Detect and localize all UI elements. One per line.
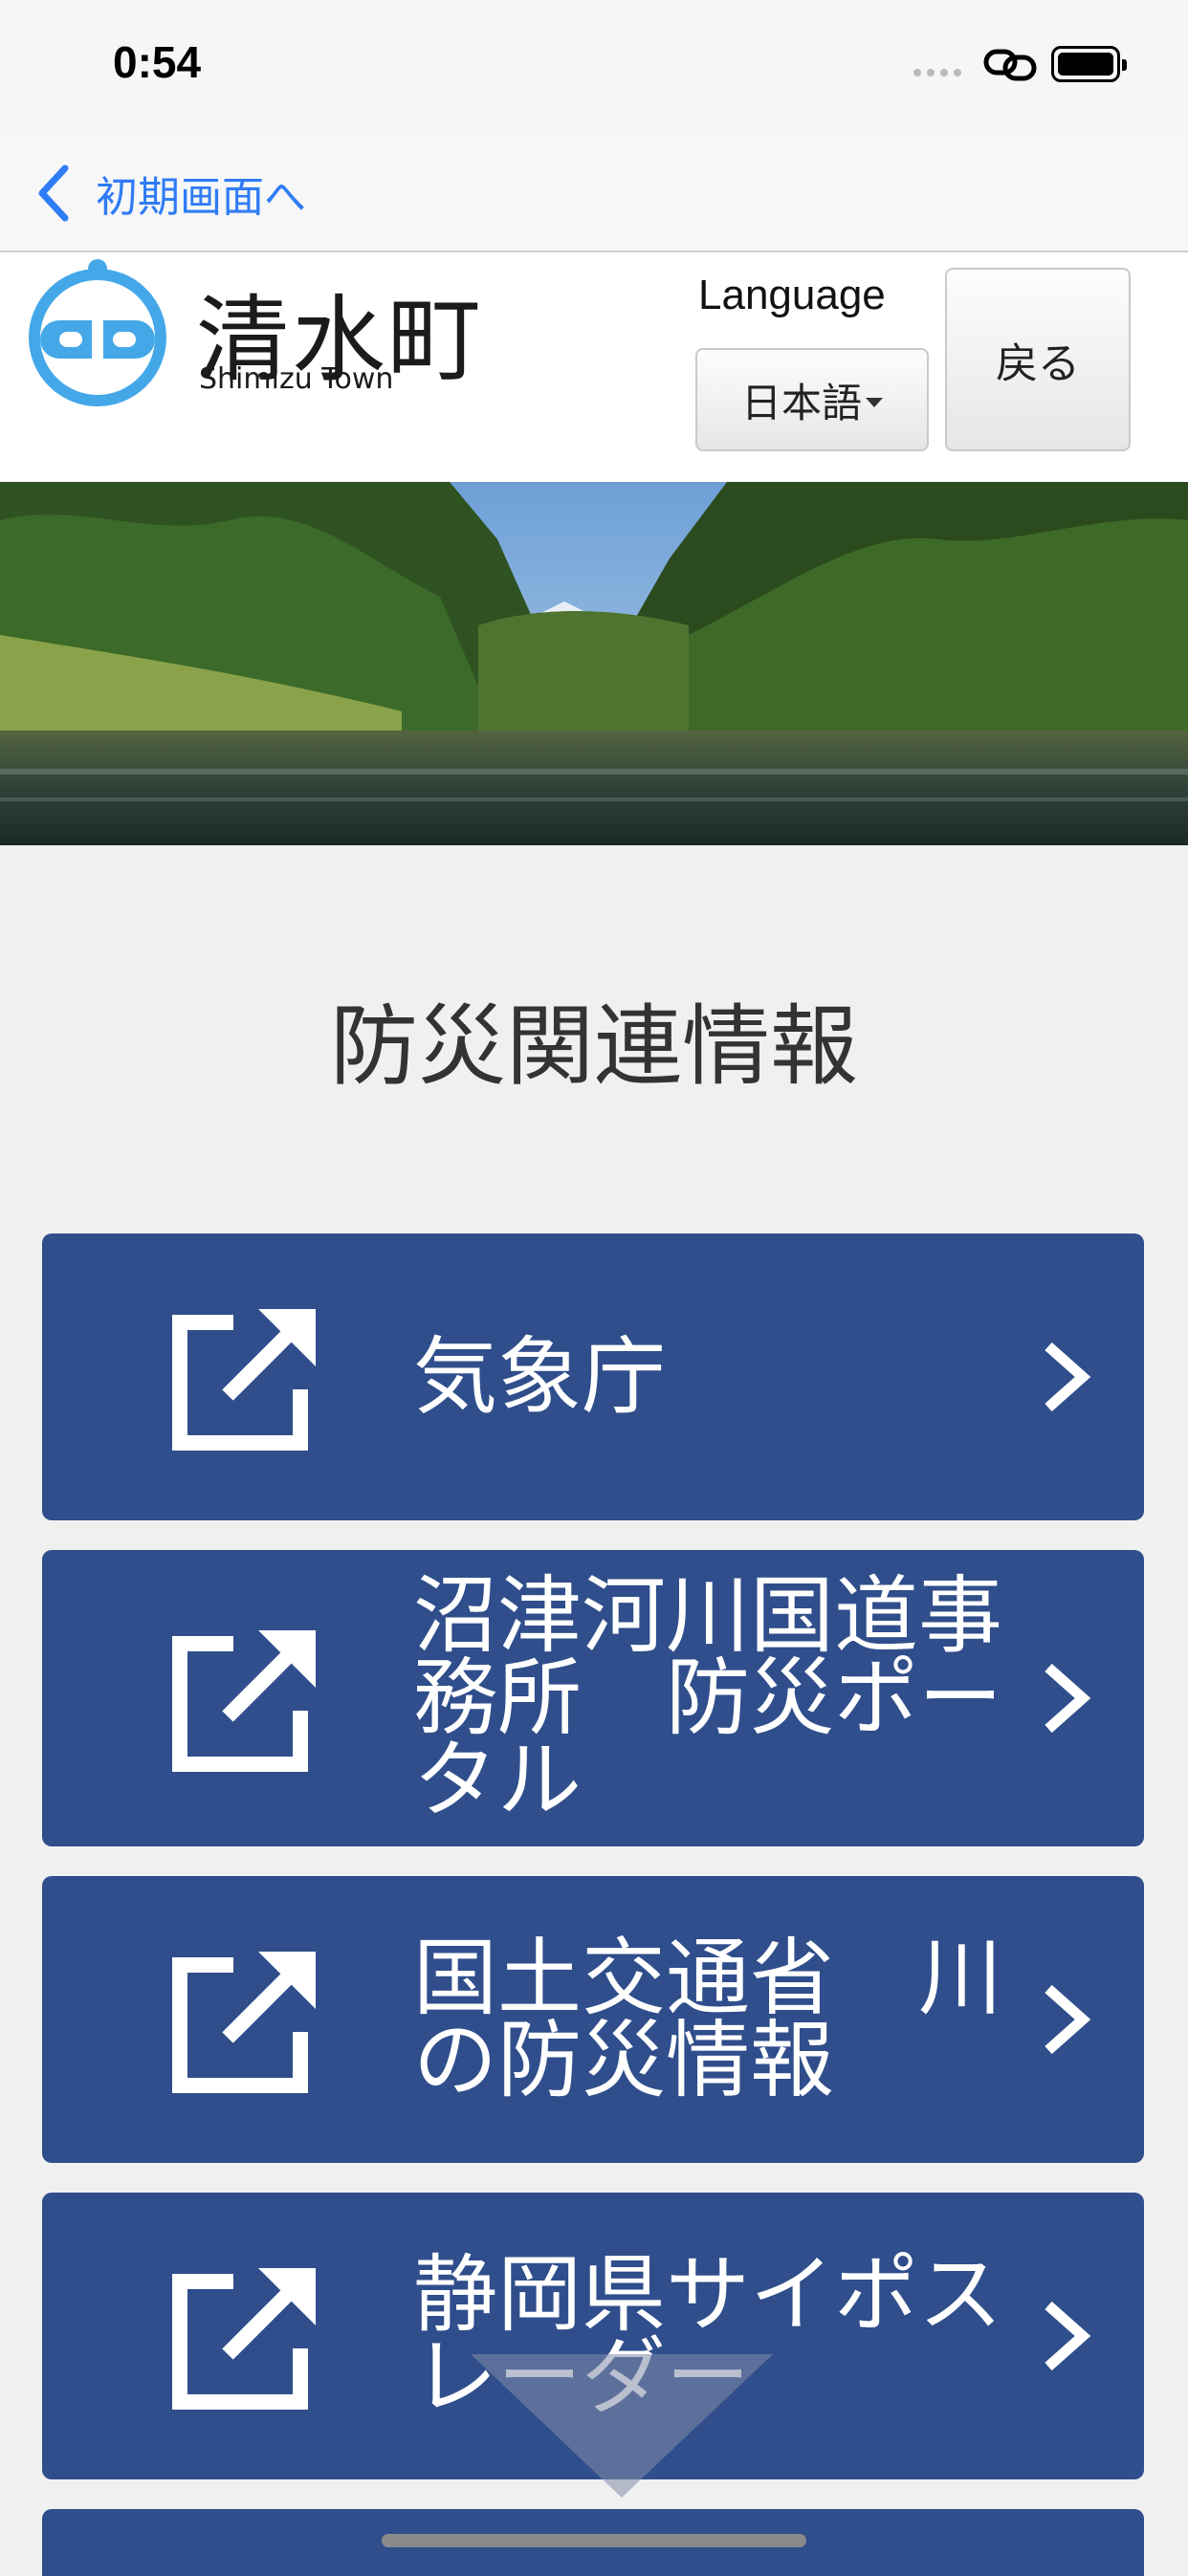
chevron-right-icon	[1045, 2301, 1091, 2371]
town-name-english: Shimizu Town	[199, 362, 394, 396]
status-bar: 0:54	[0, 0, 1188, 134]
scroll-down-indicator-icon[interactable]	[471, 2354, 773, 2498]
link-card-mlit-river-info[interactable]: 国土交通省 川の防災情報	[42, 1876, 1144, 2163]
caret-down-icon	[866, 398, 883, 407]
home-indicator[interactable]	[382, 2534, 806, 2547]
language-label: Language	[698, 272, 886, 318]
chevron-right-icon	[1045, 1663, 1091, 1734]
battery-icon	[1051, 46, 1127, 82]
link-card-jma[interactable]: 気象庁	[42, 1233, 1144, 1520]
site-header: 清水町 Shimizu Town Language 日本語 戻る	[0, 252, 1188, 482]
chevron-left-icon	[38, 164, 69, 222]
link-label: 気象庁	[413, 1327, 667, 1426]
navigation-bar: 初期画面へ	[0, 134, 1188, 252]
back-link-label: 初期画面へ	[96, 173, 306, 222]
link-label: 国土交通省 川の防災情報	[413, 1929, 1003, 2109]
signal-icon	[913, 69, 961, 76]
page-title: 防災関連情報	[329, 995, 858, 1098]
back-to-start-link[interactable]: 初期画面へ	[34, 163, 306, 224]
hero-river-image	[0, 482, 1188, 845]
link-label: 沼津河川国道事務所 防災ポータル	[413, 1566, 1003, 1829]
external-link-icon	[172, 1630, 316, 1772]
link-card-numazu-river-office[interactable]: 沼津河川国道事務所 防災ポータル	[42, 1550, 1144, 1846]
link-icon	[983, 49, 1037, 81]
external-link-icon	[172, 1309, 316, 1451]
external-link-icon	[172, 2268, 316, 2410]
chevron-right-icon	[1045, 1984, 1091, 2055]
town-emblem-icon	[29, 259, 166, 406]
back-button[interactable]: 戻る	[945, 268, 1131, 451]
language-selected-value: 日本語	[740, 379, 862, 426]
status-time: 0:54	[113, 37, 202, 87]
language-select[interactable]: 日本語	[695, 348, 929, 451]
external-link-icon	[172, 1952, 316, 2093]
chevron-right-icon	[1045, 1342, 1091, 1412]
